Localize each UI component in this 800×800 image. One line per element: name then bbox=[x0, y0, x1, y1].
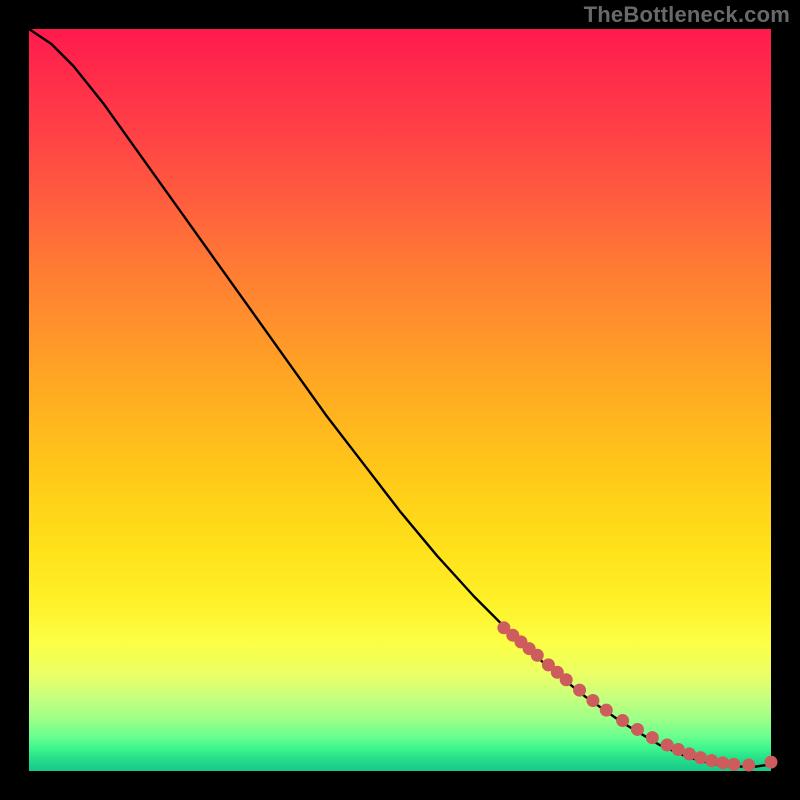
marker-dot bbox=[765, 756, 778, 769]
marker-group bbox=[497, 621, 777, 771]
watermark-text: TheBottleneck.com bbox=[584, 2, 790, 28]
marker-dot bbox=[573, 684, 586, 697]
marker-dot bbox=[705, 754, 718, 767]
marker-dot bbox=[672, 743, 685, 756]
plot-area bbox=[29, 29, 771, 771]
marker-dot bbox=[646, 731, 659, 744]
marker-dot bbox=[560, 673, 573, 686]
curve-layer bbox=[29, 29, 771, 771]
bottleneck-curve bbox=[29, 29, 771, 767]
marker-dot bbox=[586, 694, 599, 707]
marker-dot bbox=[631, 723, 644, 736]
marker-dot bbox=[661, 739, 674, 752]
marker-dot bbox=[600, 704, 613, 717]
marker-dot bbox=[742, 759, 755, 772]
marker-dot bbox=[716, 756, 729, 769]
marker-dot bbox=[531, 649, 544, 662]
marker-dot bbox=[694, 751, 707, 764]
marker-dot bbox=[683, 747, 696, 760]
marker-dot bbox=[727, 758, 740, 771]
marker-dot bbox=[616, 714, 629, 727]
chart-frame: TheBottleneck.com bbox=[0, 0, 800, 800]
